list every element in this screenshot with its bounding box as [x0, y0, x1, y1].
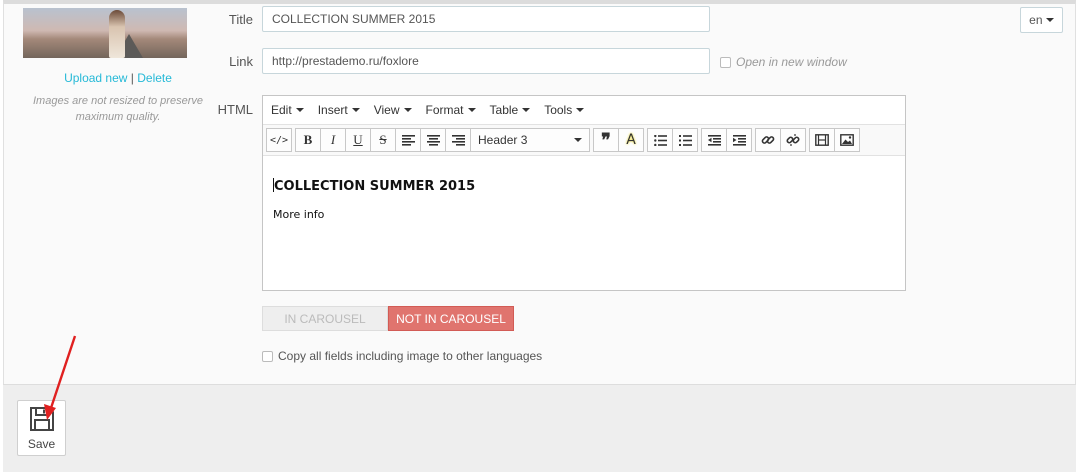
menu-view-label: View: [373, 103, 400, 117]
menu-format-label: Format: [425, 103, 464, 117]
chevron-down-icon: [403, 108, 412, 112]
format-select[interactable]: Header 3: [470, 128, 590, 152]
language-value: en: [1029, 13, 1043, 27]
carousel-switch: IN CAROUSEL NOT IN CAROUSEL: [262, 306, 514, 331]
menu-table[interactable]: Table: [490, 103, 531, 117]
source-code-icon[interactable]: </>: [266, 128, 292, 152]
title-label: Title: [228, 12, 253, 27]
floppy-disk-icon: [29, 407, 54, 431]
outdent-icon[interactable]: [701, 128, 727, 152]
open-new-window-checkbox[interactable]: [720, 56, 731, 68]
menu-tools-label: Tools: [544, 103, 573, 117]
delete-image-link[interactable]: Delete: [137, 71, 172, 85]
image-icon[interactable]: [834, 128, 860, 152]
numbered-list-icon[interactable]: [672, 128, 698, 152]
format-select-value: Header 3: [478, 133, 528, 147]
editor-paragraph: More info: [273, 208, 325, 221]
slide-thumbnail: [23, 8, 187, 58]
chevron-down-icon: [1045, 18, 1054, 22]
unlink-icon[interactable]: [780, 128, 806, 152]
align-left-icon[interactable]: [395, 128, 421, 152]
image-actions: Upload new | Delete: [23, 71, 213, 85]
editor-heading-block: COLLECTION SUMMER 2015: [273, 178, 895, 194]
indent-icon[interactable]: [726, 128, 752, 152]
open-new-window-label: Open in new window: [736, 55, 847, 69]
bullet-list-icon[interactable]: [647, 128, 673, 152]
underline-icon[interactable]: U: [345, 128, 371, 152]
align-center-icon[interactable]: [420, 128, 446, 152]
copy-fields-checkbox[interactable]: [262, 350, 273, 362]
language-dropdown[interactable]: en: [1020, 7, 1063, 33]
blockquote-icon[interactable]: ❞: [593, 128, 619, 152]
bold-icon[interactable]: B: [295, 128, 321, 152]
menu-format[interactable]: Format: [426, 103, 476, 117]
link-label: Link: [229, 54, 253, 69]
editor-heading: COLLECTION SUMMER 2015: [274, 179, 476, 194]
save-button[interactable]: Save: [17, 400, 66, 456]
title-input[interactable]: COLLECTION SUMMER 2015: [262, 6, 710, 32]
media-icon[interactable]: [809, 128, 835, 152]
menu-table-label: Table: [489, 103, 519, 117]
chevron-down-icon: [295, 108, 304, 112]
upload-new-link[interactable]: Upload new: [64, 71, 127, 85]
align-right-icon[interactable]: [445, 128, 471, 152]
html-label: HTML: [217, 102, 253, 117]
chevron-down-icon: [467, 108, 476, 112]
editor-toolbar: </> B I U S Header 3 ❞ A: [263, 124, 905, 156]
save-label: Save: [27, 437, 56, 451]
html-editor: Edit Insert View Format Table Tools </> …: [262, 95, 906, 291]
image-actions-separator: |: [130, 71, 134, 85]
in-carousel-option[interactable]: IN CAROUSEL: [262, 306, 388, 331]
menu-view[interactable]: View: [374, 103, 412, 117]
strikethrough-icon[interactable]: S: [370, 128, 396, 152]
thumbnail-person: [109, 10, 125, 58]
link-input[interactable]: http://prestademo.ru/foxlore: [262, 48, 710, 74]
chevron-down-icon: [576, 108, 585, 112]
chevron-down-icon: [351, 108, 360, 112]
image-note: Images are not resized to preserve maxim…: [33, 95, 203, 123]
italic-icon[interactable]: I: [320, 128, 346, 152]
panel-footer: [3, 384, 1076, 472]
copy-fields-label: Copy all fields including image to other…: [278, 349, 543, 363]
menu-insert-label: Insert: [317, 103, 348, 117]
menu-insert[interactable]: Insert: [318, 103, 360, 117]
copy-fields-option[interactable]: Copy all fields including image to other…: [262, 349, 542, 363]
not-in-carousel-option[interactable]: NOT IN CAROUSEL: [388, 306, 514, 331]
link-icon[interactable]: [755, 128, 781, 152]
chevron-down-icon: [522, 108, 531, 112]
text-color-icon[interactable]: A: [618, 128, 644, 152]
open-new-window-option[interactable]: Open in new window: [720, 55, 847, 69]
editor-content[interactable]: COLLECTION SUMMER 2015 More info: [263, 156, 905, 237]
menu-edit-label: Edit: [271, 103, 292, 117]
chevron-down-icon: [574, 138, 582, 142]
menu-tools[interactable]: Tools: [544, 103, 585, 117]
editor-menubar: Edit Insert View Format Table Tools: [263, 96, 905, 124]
menu-edit[interactable]: Edit: [271, 103, 304, 117]
